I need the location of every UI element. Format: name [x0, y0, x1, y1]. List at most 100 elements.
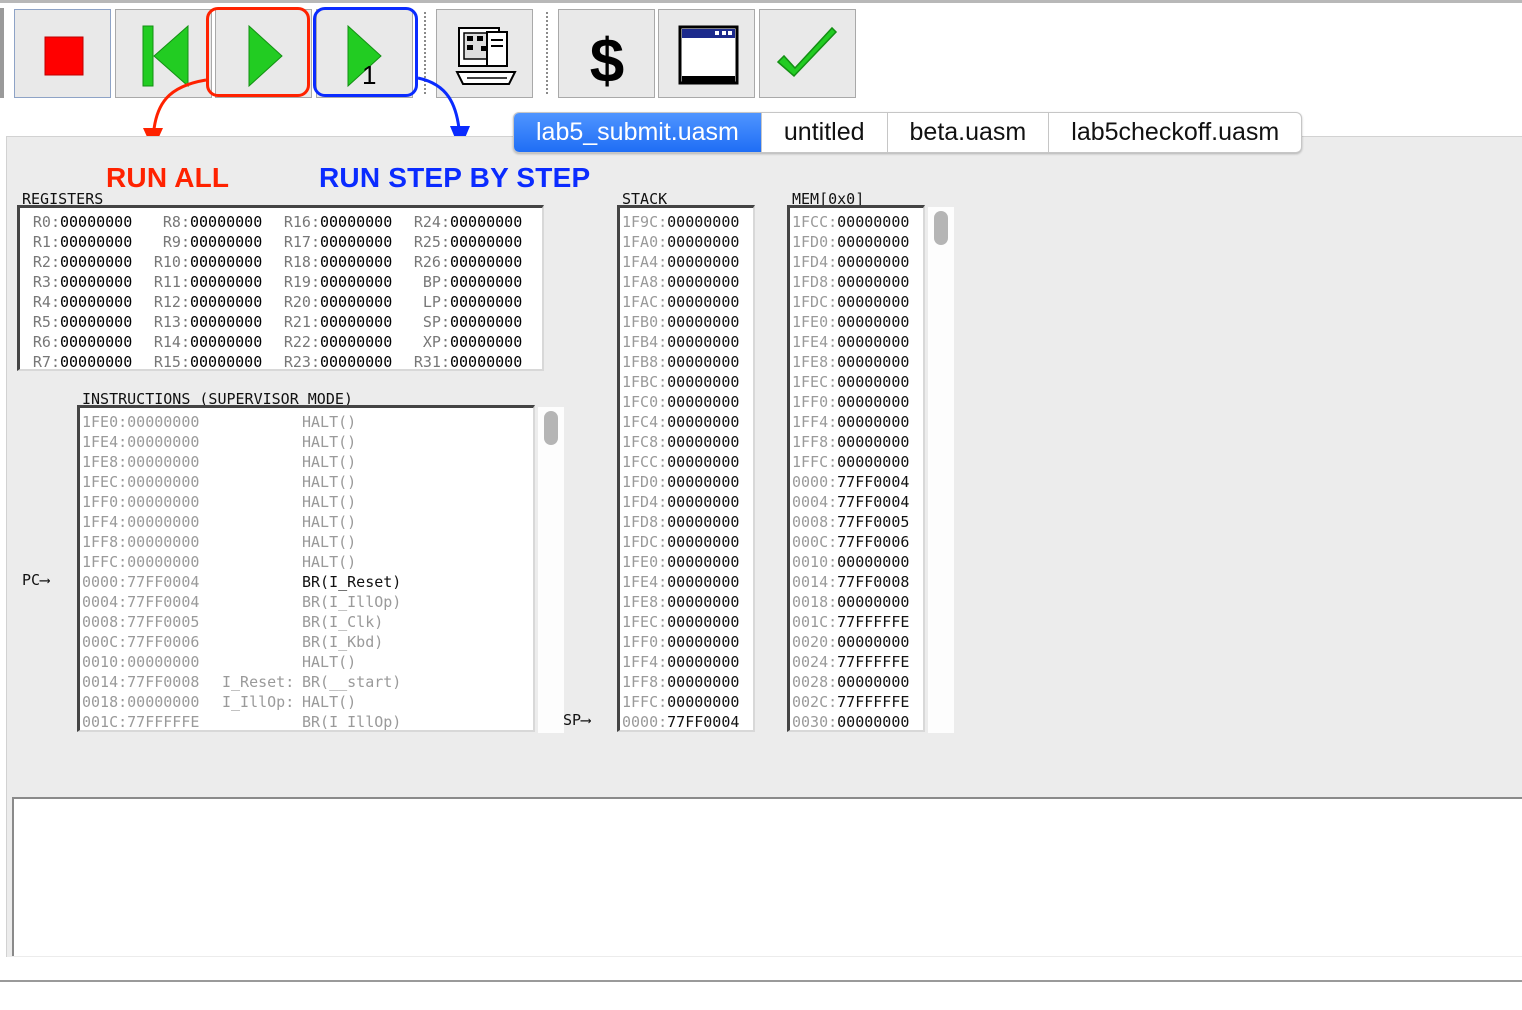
register-cell: R4:00000000 [22, 292, 152, 312]
console-output[interactable] [12, 797, 1522, 956]
address: 1FEC: [792, 373, 838, 391]
instruction-row[interactable]: 1FE0:00000000 HALT() [82, 412, 533, 432]
instruction-row-current[interactable]: 0000:77FF0004 BR(I_Reset) [82, 572, 533, 592]
instruction-row[interactable]: 1FF4:00000000 HALT() [82, 512, 533, 532]
memory-row: 001C:77FFFFFE [792, 612, 923, 632]
instruction-row[interactable]: 1FE4:00000000 HALT() [82, 432, 533, 452]
instruction-address: 1FF8:00000000 [82, 533, 200, 551]
instruction-row[interactable]: 1FFC:00000000 HALT() [82, 552, 533, 572]
value: 00000000 [667, 333, 740, 351]
arrow-right-icon: ⟶ [581, 711, 591, 729]
address: 0024: [792, 653, 838, 671]
register-cell: R12:00000000 [152, 292, 282, 312]
instruction-address: 0000:77FF0004 [82, 573, 200, 591]
instruction-row[interactable]: 1FEC:00000000 HALT() [82, 472, 533, 492]
register-cell: R8:00000000 [152, 212, 282, 232]
memory-scrollbar[interactable] [928, 207, 954, 733]
check-button[interactable] [759, 9, 856, 98]
instruction-row[interactable]: 001C:77FFFFFE BR(I_IllOp) [82, 712, 533, 730]
register-value: 00000000 [60, 353, 133, 371]
tab-lab5checkoff[interactable]: lab5checkoff.uasm [1049, 113, 1301, 152]
address: 1FAC: [622, 293, 668, 311]
memory-row: 0030:00000000 [792, 712, 923, 731]
instruction-row[interactable]: 0018:00000000 I_IllOp: HALT() [82, 692, 533, 712]
register-cell: R17:00000000 [282, 232, 412, 252]
value: 77FF0004 [667, 713, 740, 731]
register-name: R2: [32, 253, 60, 271]
register-value: 00000000 [190, 293, 263, 311]
value: 77FF0004 [837, 493, 910, 511]
value: 00000000 [667, 633, 740, 651]
register-cell: R18:00000000 [282, 252, 412, 272]
register-value: 00000000 [190, 353, 263, 371]
memory-row: 1FD0:00000000 [792, 232, 923, 252]
instructions-scrollbar[interactable] [538, 407, 564, 733]
memory-row: 0028:00000000 [792, 672, 923, 692]
register-cell: R24:00000000 [412, 212, 542, 232]
value: 00000000 [667, 413, 740, 431]
register-value: 00000000 [190, 253, 263, 271]
tab-beta[interactable]: beta.uasm [888, 113, 1050, 152]
value: 00000000 [837, 553, 910, 571]
address: 1FC0: [622, 393, 668, 411]
instruction-row[interactable]: 0004:77FF0004 BR(I_IllOp) [82, 592, 533, 612]
checkmark-icon [776, 26, 838, 78]
instruction-address: 0014:77FF0008 [82, 673, 200, 691]
instruction-address: 000C:77FF0006 [82, 633, 200, 651]
register-value: 00000000 [60, 233, 133, 251]
value: 00000000 [837, 713, 910, 731]
register-value: 00000000 [320, 313, 393, 331]
tab-lab5-submit[interactable]: lab5_submit.uasm [514, 113, 762, 152]
scrollbar-thumb[interactable] [544, 411, 558, 445]
instruction-row[interactable]: 1FF0:00000000 HALT() [82, 492, 533, 512]
address: 1FCC: [792, 213, 838, 231]
register-name: R6: [32, 333, 60, 351]
instruction-row[interactable]: 0008:77FF0005 BR(I_Clk) [82, 612, 533, 632]
register-name: R5: [32, 313, 60, 331]
address: 1FA8: [622, 273, 668, 291]
memory-row: 1FCC:00000000 [792, 212, 923, 232]
tab-untitled[interactable]: untitled [762, 113, 888, 152]
address: 1FDC: [792, 293, 838, 311]
register-name: R23: [283, 353, 320, 371]
instruction-op: HALT() [302, 513, 357, 531]
register-value: 00000000 [450, 233, 523, 251]
value: 77FF0005 [837, 513, 910, 531]
address: 0008: [792, 513, 838, 531]
memory-row: 0020:00000000 [792, 632, 923, 652]
address: 1FA4: [622, 253, 668, 271]
register-cell: R9:00000000 [152, 232, 282, 252]
value: 00000000 [837, 333, 910, 351]
stack-row: 1FAC:00000000 [622, 292, 753, 312]
instruction-row[interactable]: 0010:00000000 HALT() [82, 652, 533, 672]
memory-row: 1FE0:00000000 [792, 312, 923, 332]
instruction-op: BR(I_IllOp) [302, 593, 402, 611]
address: 1FF0: [622, 633, 668, 651]
scrollbar-thumb[interactable] [934, 211, 948, 245]
address: 1FC4: [622, 413, 668, 431]
register-value: 00000000 [450, 333, 523, 351]
address: 1FF8: [622, 673, 668, 691]
register-name: LP: [422, 293, 450, 311]
instruction-row[interactable]: 0014:77FF0008 I_Reset: BR(__start) [82, 672, 533, 692]
register-value: 00000000 [320, 233, 393, 251]
address: 0028: [792, 673, 838, 691]
instruction-row[interactable]: 000C:77FF0006 BR(I_Kbd) [82, 632, 533, 652]
window-button[interactable] [658, 9, 755, 98]
registers-panel: R0:00000000 R8:00000000 R16:00000000 R24:00… [17, 205, 544, 371]
instruction-row[interactable]: 1FF8:00000000 HALT() [82, 532, 533, 552]
address: 1FD0: [622, 473, 668, 491]
address: 1FF8: [792, 433, 838, 451]
value: 00000000 [667, 433, 740, 451]
address: 1FFC: [792, 453, 838, 471]
instruction-row[interactable]: 1FE8:00000000 HALT() [82, 452, 533, 472]
stack-row: 1FF0:00000000 [622, 632, 753, 652]
instruction-address: 1FEC:00000000 [82, 473, 200, 491]
stack-row: 1FC8:00000000 [622, 432, 753, 452]
address: 1FB0: [622, 313, 668, 331]
register-cell: R6:00000000 [22, 332, 152, 352]
register-value: 00000000 [60, 253, 133, 271]
register-name: R24: [413, 213, 450, 231]
value: 77FFFFFE [837, 693, 910, 711]
value: 00000000 [667, 353, 740, 371]
